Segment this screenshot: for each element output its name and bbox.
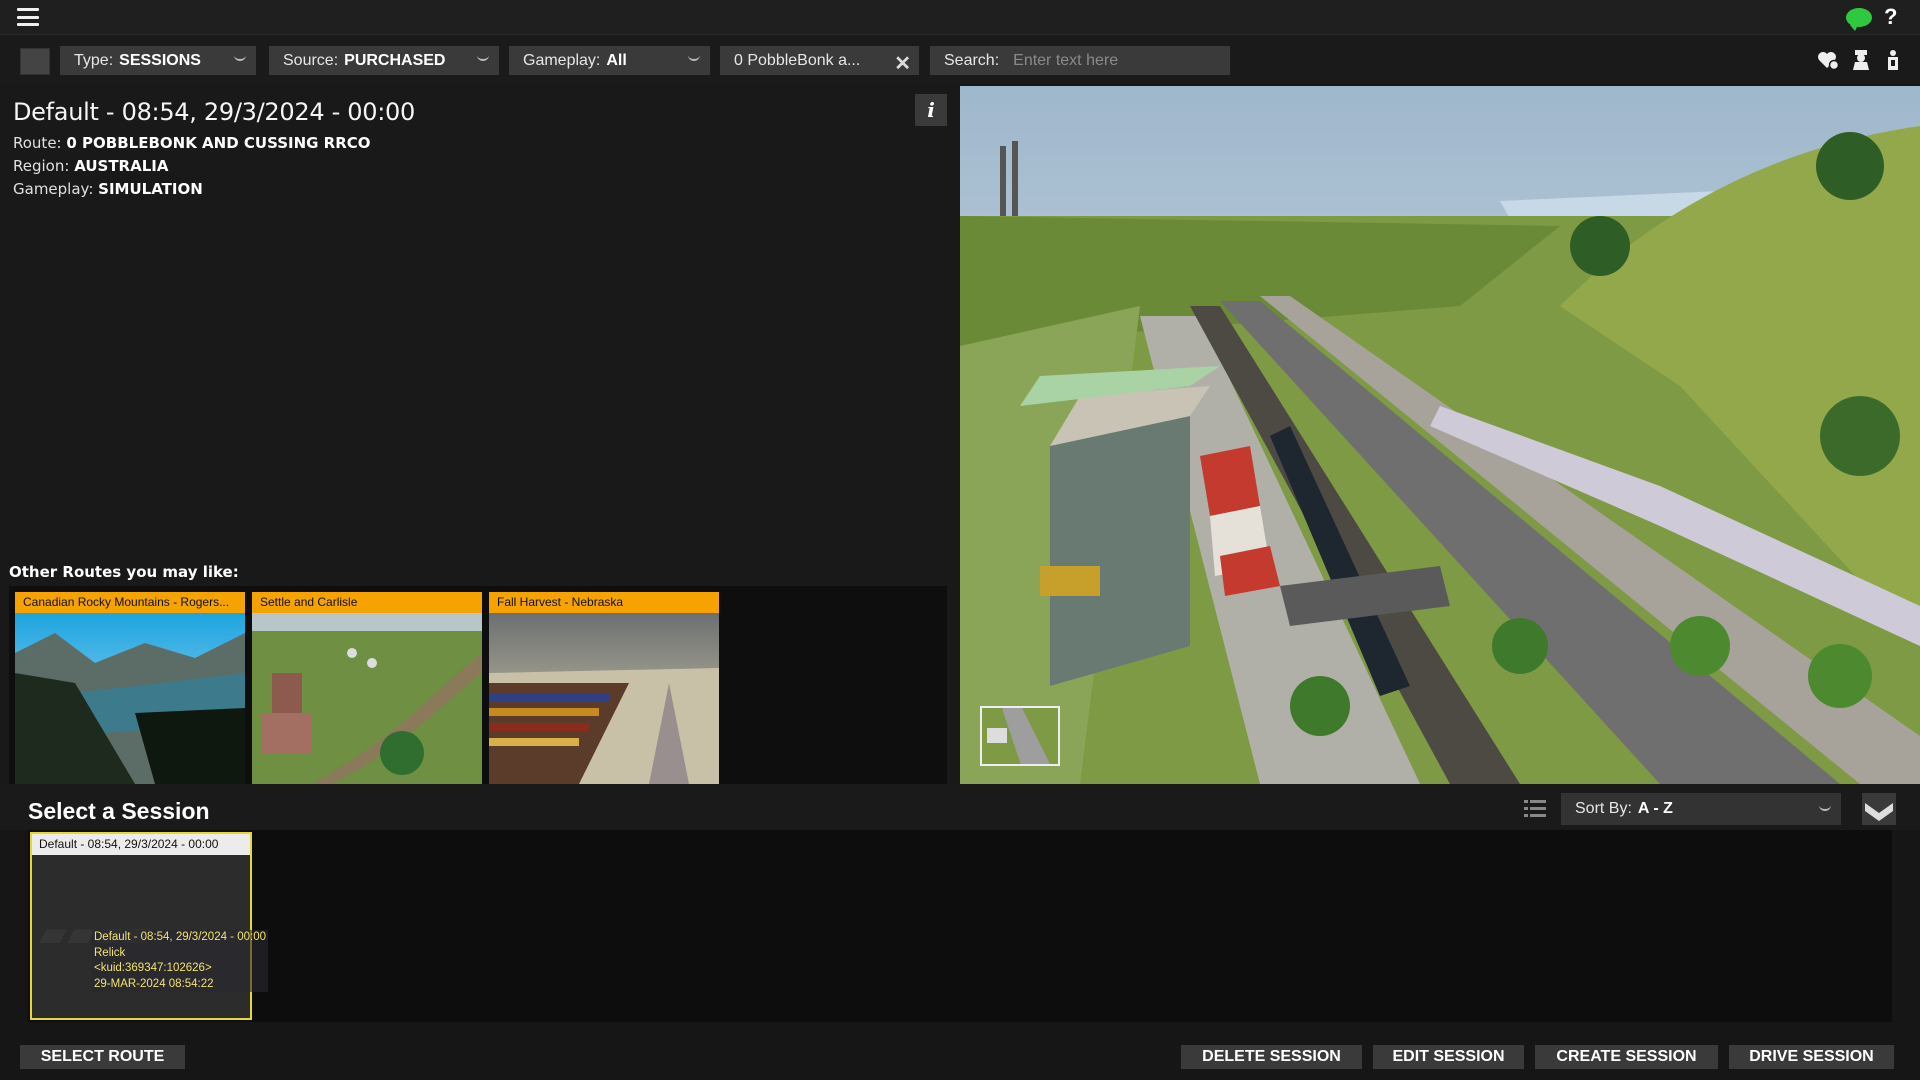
gameplay-filter-value: All (606, 52, 627, 69)
chevron-down-icon (1865, 803, 1893, 821)
search-input[interactable]: Enter text here (1013, 52, 1118, 69)
content-icon[interactable] (1881, 48, 1905, 72)
session-card-label: Default - 08:54, 29/3/2024 - 00:00 (32, 834, 250, 855)
favorite-icon[interactable] (1816, 48, 1840, 72)
gameplay-info: Gameplay: SIMULATION (13, 180, 203, 198)
info-button[interactable]: i (915, 94, 947, 126)
filter-bar: Type: SESSIONS Source: PURCHASED Gameplay:… (0, 35, 1920, 84)
type-filter-value: SESSIONS (119, 52, 201, 69)
chevron-down-icon (234, 53, 246, 61)
drive-session-button[interactable]: DRIVE SESSION (1729, 1045, 1894, 1069)
chevron-down-icon (477, 53, 489, 61)
chevron-down-icon (688, 53, 700, 61)
filter-toggle-button[interactable] (20, 48, 50, 75)
chat-bubble-icon[interactable] (1846, 8, 1872, 31)
session-title: Default - 08:54, 29/3/2024 - 00:00 (13, 98, 415, 126)
route-filter-chip[interactable]: 0 PobbleBonk a... ✕ (720, 46, 919, 75)
sort-value: A - Z (1637, 800, 1673, 817)
select-session-title: Select a Session (28, 798, 210, 824)
route-card-rocky-mountains[interactable]: Canadian Rocky Mountains - Rogers... (15, 592, 245, 784)
sort-dropdown[interactable]: Sort By: A - Z (1561, 793, 1841, 825)
route-preview-image (960, 86, 1920, 784)
source-filter-label: Source: (283, 52, 339, 69)
edit-session-button[interactable]: EDIT SESSION (1373, 1045, 1524, 1069)
tooltip-line: Relick (94, 946, 126, 959)
gameplay-filter-label: Gameplay: (523, 52, 601, 69)
hamburger-menu-icon[interactable] (17, 8, 39, 26)
session-list: Default - 08:54, 29/3/2024 - 00:00 ▰▰▰▰ … (28, 830, 1892, 1022)
region-label: Region: (13, 157, 70, 175)
gameplay-value: SIMULATION (98, 180, 203, 198)
route-info: Route: 0 POBBLEBONK AND CUSSING RRCO (13, 134, 371, 152)
search-label: Search: (944, 52, 1000, 69)
session-list-header: Select a Session Sort By: A - Z (0, 784, 1920, 830)
sort-label: Sort By: (1575, 800, 1632, 817)
region-info: Region: AUSTRALIA (13, 157, 168, 175)
collapse-button[interactable] (1862, 793, 1896, 825)
type-filter-label: Type: (74, 52, 114, 69)
preview-thumbnail[interactable] (980, 706, 1060, 766)
type-filter-dropdown[interactable]: Type: SESSIONS (60, 46, 256, 75)
list-view-icon[interactable] (1524, 798, 1546, 820)
route-filter-text: 0 PobbleBonk a... (734, 52, 861, 69)
route-thumbnail (489, 613, 719, 784)
region-value: AUSTRALIA (74, 157, 169, 175)
source-filter-dropdown[interactable]: Source: PURCHASED (269, 46, 499, 75)
route-label: Route: (13, 134, 62, 152)
route-card-label: Fall Harvest - Nebraska (489, 592, 719, 613)
action-bar: SELECT ROUTE DELETE SESSION EDIT SESSION… (0, 1022, 1920, 1080)
driver-icon[interactable] (1849, 48, 1873, 72)
route-card-label: Settle and Carlisle (252, 592, 482, 613)
tooltip-line: 29-MAR-2024 08:54:22 (94, 977, 214, 990)
create-session-button[interactable]: CREATE SESSION (1535, 1045, 1718, 1069)
session-tooltip: Default - 08:54, 29/3/2024 - 00:00 Relic… (92, 930, 268, 992)
source-filter-value: PURCHASED (344, 52, 446, 69)
route-thumbnail (252, 613, 482, 784)
route-thumbnail (15, 613, 245, 784)
session-detail-panel: Default - 08:54, 29/3/2024 - 00:00 i Rou… (0, 84, 960, 786)
search-box[interactable]: Search: Enter text here (930, 46, 1230, 75)
other-routes-title: Other Routes you may like: (9, 563, 239, 581)
route-card-fall-harvest[interactable]: Fall Harvest - Nebraska (489, 592, 719, 784)
help-icon[interactable]: ? (1884, 4, 1897, 30)
route-card-settle-carlisle[interactable]: Settle and Carlisle (252, 592, 482, 784)
gameplay-filter-dropdown[interactable]: Gameplay: All (509, 46, 710, 75)
chevron-down-icon (1819, 803, 1831, 811)
route-value: 0 POBBLEBONK AND CUSSING RRCO (66, 134, 371, 152)
route-card-label: Canadian Rocky Mountains - Rogers... (15, 592, 245, 613)
tooltip-line: <kuid:369347:102626> (94, 962, 212, 974)
other-routes-strip: Canadian Rocky Mountains - Rogers... Set… (9, 586, 947, 786)
session-card[interactable]: Default - 08:54, 29/3/2024 - 00:00 ▰▰▰▰ … (30, 832, 268, 1020)
tooltip-line: Default - 08:54, 29/3/2024 - 00:00 (94, 931, 266, 943)
delete-session-button[interactable]: DELETE SESSION (1181, 1045, 1362, 1069)
top-bar: ? (0, 0, 1920, 35)
select-route-button[interactable]: SELECT ROUTE (20, 1045, 185, 1069)
gameplay-label: Gameplay: (13, 180, 94, 198)
close-icon[interactable]: ✕ (894, 50, 911, 75)
